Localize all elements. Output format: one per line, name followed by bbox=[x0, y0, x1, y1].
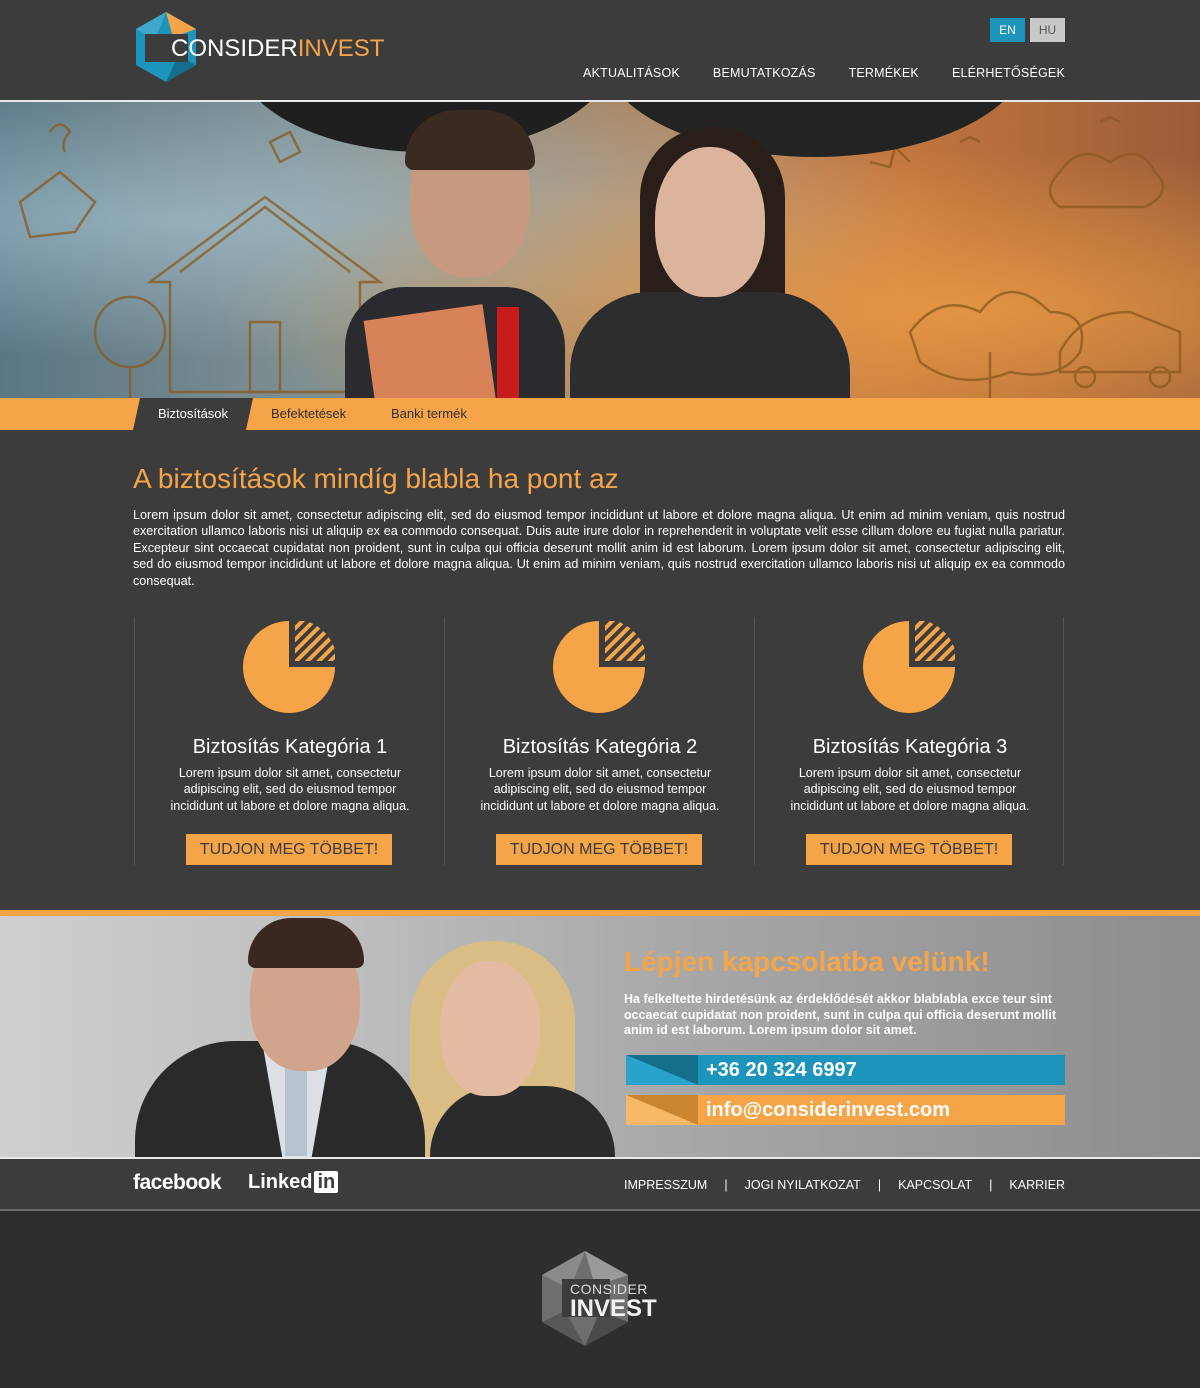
main-nav: AKTUALITÁSOK BEMUTATKOZÁS TERMÉKEK ELÉRH… bbox=[583, 66, 1065, 80]
phone-link[interactable]: +36 20 324 6997 bbox=[626, 1055, 1065, 1085]
footer-links: IMPRESSZUM | JOGI NYILATKOZAT | KAPCSOLA… bbox=[624, 1178, 1065, 1192]
folder-image bbox=[363, 304, 497, 398]
brand-name-part1: CONSIDER bbox=[171, 35, 298, 62]
card-title: Biztosítás Kategória 1 bbox=[192, 736, 388, 758]
footer-link-karrier[interactable]: KARRIER bbox=[1009, 1178, 1065, 1192]
woman-face-image bbox=[655, 147, 765, 297]
page-title: A biztosítások mindíg blabla ha pont az bbox=[133, 463, 619, 494]
lang-en-button[interactable]: EN bbox=[990, 18, 1025, 42]
nav-item-elerhetosegek[interactable]: ELÉRHETŐSÉGEK bbox=[952, 66, 1065, 80]
card-description: Lorem ipsum dolor sit amet, consectetur … bbox=[170, 766, 410, 813]
tab-biztositasok[interactable]: Biztosítások bbox=[133, 398, 253, 430]
pie-chart-icon bbox=[553, 621, 645, 713]
contact-description: Ha felkeltette hirdetésünk az érdeklődés… bbox=[624, 992, 1056, 1037]
tab-befektetesek[interactable]: Befektetések bbox=[271, 398, 346, 430]
site-header: CONSIDERINVEST EN HU AKTUALITÁSOK BEMUTA… bbox=[0, 0, 1200, 100]
learn-more-button[interactable]: TUDJON MEG TÖBBET! bbox=[186, 834, 392, 865]
card-title: Biztosítás Kategória 3 bbox=[812, 736, 1008, 758]
email-link[interactable]: info@considerinvest.com bbox=[626, 1095, 1065, 1125]
nav-item-termekek[interactable]: TERMÉKEK bbox=[849, 66, 919, 80]
hero-banner bbox=[0, 102, 1200, 398]
linkedin-link[interactable]: Linked in bbox=[248, 1171, 339, 1194]
contact-title: Lépjen kapcsolatba velünk! bbox=[624, 946, 990, 977]
email-bar-accent-icon bbox=[626, 1095, 698, 1125]
pie-chart-icon bbox=[243, 621, 335, 713]
linkedin-in-icon: in bbox=[314, 1171, 339, 1193]
bottom-area: CONSIDER INVEST bbox=[0, 1211, 1200, 1388]
contact-woman-face-image bbox=[440, 961, 540, 1096]
category-cards: Biztosítás Kategória 1 Lorem ipsum dolor… bbox=[134, 617, 1064, 865]
phone-number: +36 20 324 6997 bbox=[706, 1059, 857, 1081]
bottom-brand-logo: CONSIDER INVEST bbox=[540, 1251, 660, 1346]
footer-link-impresszum[interactable]: IMPRESSZUM bbox=[624, 1178, 707, 1192]
card-description: Lorem ipsum dolor sit amet, consectetur … bbox=[480, 766, 720, 813]
category-card: Biztosítás Kategória 3 Lorem ipsum dolor… bbox=[754, 617, 1064, 865]
footer-link-jogi-nyilatkozat[interactable]: JOGI NYILATKOZAT bbox=[745, 1178, 861, 1192]
card-description: Lorem ipsum dolor sit amet, consectetur … bbox=[790, 766, 1030, 813]
learn-more-button[interactable]: TUDJON MEG TÖBBET! bbox=[496, 834, 702, 865]
tab-banki-termek[interactable]: Banki termék bbox=[391, 398, 467, 430]
nav-item-bemutatkozas[interactable]: BEMUTATKOZÁS bbox=[713, 66, 816, 80]
brand-logo[interactable]: CONSIDERINVEST bbox=[133, 12, 384, 82]
brand-name-part2: INVEST bbox=[297, 35, 385, 62]
contact-man-hair-image bbox=[248, 918, 364, 968]
category-card: Biztosítás Kategória 1 Lorem ipsum dolor… bbox=[134, 617, 444, 865]
man-tie-image bbox=[497, 307, 519, 398]
linkedin-text: Linked bbox=[248, 1171, 313, 1193]
phone-bar-accent-icon bbox=[626, 1055, 698, 1085]
facebook-link[interactable]: facebook bbox=[133, 1171, 222, 1195]
pie-chart-icon bbox=[863, 621, 955, 713]
brand-name: CONSIDERINVEST bbox=[171, 36, 384, 62]
site-footer: facebook Linked in IMPRESSZUM | JOGI NYIL… bbox=[0, 1159, 1200, 1209]
footer-separator: | bbox=[877, 1178, 882, 1192]
contact-man-tie-image bbox=[285, 1056, 307, 1156]
contact-section: Lépjen kapcsolatba velünk! Ha felkeltett… bbox=[0, 910, 1200, 1159]
footer-separator: | bbox=[989, 1178, 993, 1192]
woman-body-image bbox=[570, 292, 850, 398]
nav-item-aktualitasok[interactable]: AKTUALITÁSOK bbox=[583, 66, 680, 80]
learn-more-button[interactable]: TUDJON MEG TÖBBET! bbox=[806, 834, 1012, 865]
bottom-logo-line2: INVEST bbox=[570, 1295, 657, 1322]
card-title: Biztosítás Kategória 2 bbox=[502, 736, 698, 758]
intro-paragraph: Lorem ipsum dolor sit amet, consectetur … bbox=[133, 508, 1065, 588]
footer-link-kapcsolat[interactable]: KAPCSOLAT bbox=[898, 1178, 972, 1192]
footer-separator: | bbox=[724, 1178, 728, 1192]
product-tabs: Biztosítások Befektetések Banki termék bbox=[0, 398, 1200, 430]
lang-hu-button[interactable]: HU bbox=[1030, 18, 1065, 42]
category-card: Biztosítás Kategória 2 Lorem ipsum dolor… bbox=[444, 617, 754, 865]
email-address: info@considerinvest.com bbox=[706, 1099, 950, 1121]
